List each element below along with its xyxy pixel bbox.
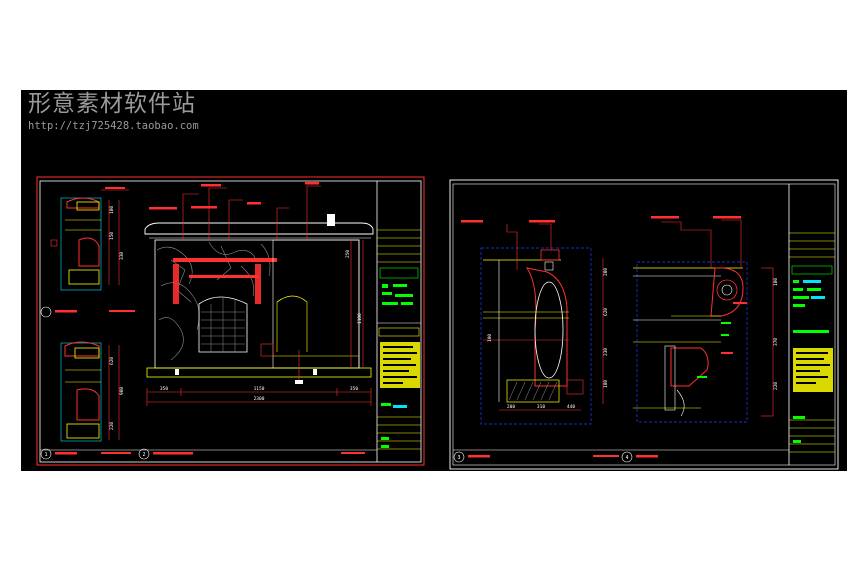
- right-title-block: [788, 184, 835, 465]
- svg-text:220: 220: [773, 382, 779, 390]
- dim-height-a: 1100: [357, 313, 363, 324]
- cad-drawing-canvas: 1 2 100 150 330 620 900 220 250 1100 350…: [21, 90, 847, 471]
- arched-opening: [534, 281, 564, 379]
- cad-drawing: 1 2 100 150 330 620 900 220 250 1100 350…: [36, 176, 839, 470]
- dim-total: 2300: [254, 396, 265, 402]
- corbel-profile: [670, 347, 709, 387]
- dim-seg-a: 350: [160, 386, 168, 392]
- frieze-band: [173, 258, 277, 262]
- section-marker: [327, 214, 335, 226]
- firebox-brickwork: [201, 298, 245, 352]
- detail-tag-4: 4: [625, 455, 628, 461]
- hearth-slab: [146, 367, 372, 378]
- svg-text:900: 900: [119, 387, 125, 395]
- svg-text:100: 100: [487, 334, 493, 342]
- detail-tag-1: 1: [44, 452, 47, 458]
- svg-text:230: 230: [603, 348, 609, 356]
- dim-seg-c: 350: [350, 386, 358, 392]
- right-sheet-frame: [452, 183, 836, 466]
- cornice-profile: [710, 267, 744, 317]
- dim-seg-b: 1150: [254, 386, 265, 392]
- dim-height-b: 250: [345, 250, 351, 258]
- svg-text:620: 620: [603, 308, 609, 316]
- svg-text:200: 200: [603, 268, 609, 276]
- left-footer: 1 2: [40, 448, 377, 460]
- svg-text:150: 150: [109, 232, 115, 240]
- detail-tag-3: 3: [457, 455, 460, 461]
- left-sheet: 1 2 100 150 330 620 900 220 250 1100 350…: [36, 176, 425, 466]
- right-sheet: 3 4 200 620 230 180 100 200 310 440 100 …: [449, 179, 839, 470]
- section-detail-b: 100 370 220: [633, 216, 779, 423]
- leader-lines: [182, 185, 321, 240]
- svg-text:200: 200: [507, 404, 515, 410]
- svg-text:180: 180: [603, 380, 609, 388]
- svg-text:440: 440: [567, 404, 575, 410]
- svg-text:220: 220: [109, 422, 115, 430]
- svg-text:370: 370: [773, 338, 779, 346]
- right-footer: 3 4: [453, 449, 789, 463]
- svg-text:100: 100: [109, 206, 115, 214]
- left-title-block: [376, 181, 421, 462]
- section-detail-a: 200 620 230 180 100 200 310 440: [461, 220, 609, 425]
- svg-text:100: 100: [773, 278, 779, 286]
- hearth-block: [506, 379, 560, 403]
- svg-text:330: 330: [119, 252, 125, 260]
- right-sheet-border: [449, 179, 839, 470]
- mantel-cornice: [144, 222, 374, 235]
- detail-tag-2: 2: [142, 452, 145, 458]
- fireplace-elevation: 250 1100 350 1150 350 2300: [144, 182, 374, 406]
- side-section-bottom: 620 900 220: [40, 306, 135, 442]
- svg-text:310: 310: [537, 404, 545, 410]
- leader-labels: [149, 182, 319, 210]
- side-section-top: 100 150 330: [50, 187, 129, 291]
- svg-text:620: 620: [109, 357, 115, 365]
